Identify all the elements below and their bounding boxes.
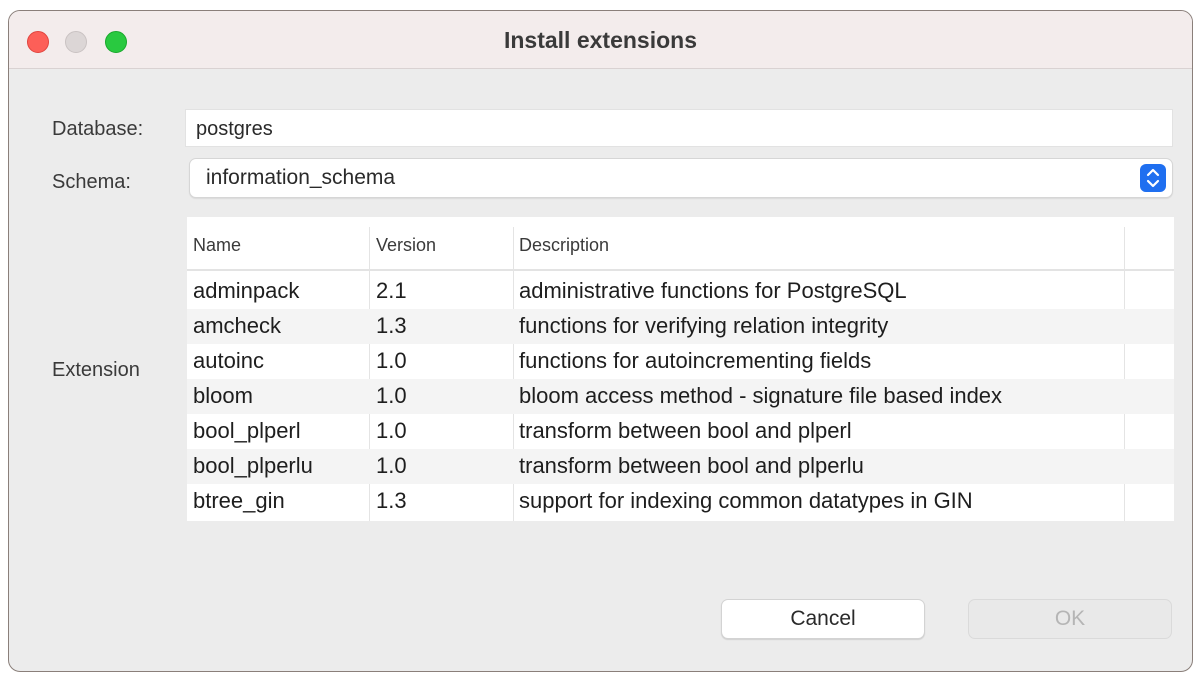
cell-description: bloom access method - signature file bas… — [519, 383, 1003, 408]
cell-version: 1.3 — [376, 313, 407, 338]
chevron-up-down-icon[interactable] — [1140, 164, 1166, 192]
table-row[interactable]: bloom 1.0 bloom access method - signatur… — [187, 379, 1174, 414]
schema-select[interactable]: information_schema — [189, 158, 1173, 198]
extension-label: Extension — [52, 359, 140, 381]
cell-version: 2.1 — [376, 278, 407, 303]
database-field[interactable]: postgres — [185, 109, 1173, 147]
column-header-description[interactable]: Description — [519, 235, 609, 256]
cell-name: bloom — [193, 383, 253, 408]
cancel-button[interactable]: Cancel — [721, 599, 925, 639]
cell-description: administrative functions for PostgreSQL — [519, 278, 907, 303]
ok-button[interactable]: OK — [968, 599, 1172, 639]
table-row[interactable]: bool_plperl 1.0 transform between bool a… — [187, 414, 1174, 449]
column-header-name[interactable]: Name — [193, 235, 241, 256]
cell-description: support for indexing common datatypes in… — [519, 488, 973, 513]
table-row[interactable]: bool_plperlu 1.0 transform between bool … — [187, 449, 1174, 484]
schema-select-value: information_schema — [206, 166, 396, 189]
table-row[interactable]: autoinc 1.0 functions for autoincrementi… — [187, 344, 1174, 379]
column-header-version[interactable]: Version — [376, 235, 436, 256]
cell-version: 1.0 — [376, 418, 407, 443]
cell-version: 1.3 — [376, 488, 407, 513]
table-row[interactable]: btree_gin 1.3 support for indexing commo… — [187, 484, 1174, 519]
title-bar: Install extensions — [9, 11, 1192, 69]
cell-version: 1.0 — [376, 383, 407, 408]
cell-description: functions for verifying relation integri… — [519, 313, 889, 338]
cell-name: bool_plperlu — [193, 453, 313, 478]
cell-description: functions for autoincrementing fields — [519, 348, 872, 373]
schema-label: Schema: — [52, 171, 131, 193]
table-row[interactable]: adminpack 2.1 administrative functions f… — [187, 274, 1174, 309]
table-row[interactable]: amcheck 1.3 functions for verifying rela… — [187, 309, 1174, 344]
cell-name: autoinc — [193, 348, 264, 373]
cell-name: amcheck — [193, 313, 282, 338]
cell-description: transform between bool and plperl — [519, 418, 852, 443]
install-extensions-dialog: Install extensions Database: postgres Sc… — [8, 10, 1193, 672]
cell-name: btree_gin — [193, 488, 285, 513]
cell-name: bool_plperl — [193, 418, 301, 443]
cell-name: adminpack — [193, 278, 300, 303]
cell-description: transform between bool and plperlu — [519, 453, 864, 478]
cell-version: 1.0 — [376, 453, 407, 478]
extensions-table: Name Version Description adminpack 2.1 a… — [187, 217, 1174, 521]
database-label: Database: — [52, 118, 144, 140]
window-title: Install extensions — [503, 27, 697, 53]
table-header: Name Version Description — [187, 217, 1174, 271]
cell-version: 1.0 — [376, 348, 407, 373]
